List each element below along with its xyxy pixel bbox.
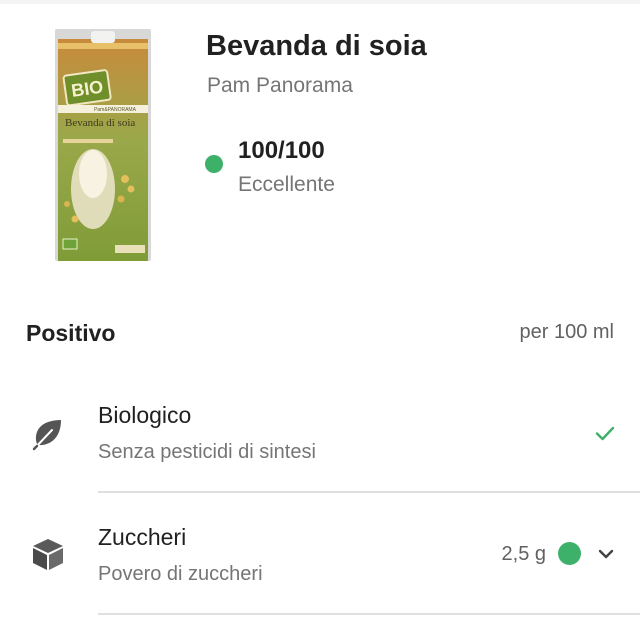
nutrient-status-dot [558, 542, 581, 565]
score-indicator-dot [205, 155, 223, 173]
list-item-biologico[interactable]: Biologico Senza pesticidi di sintesi [0, 390, 640, 494]
item-title: Biologico [98, 402, 192, 428]
item-subtitle: Senza pesticidi di sintesi [98, 441, 316, 463]
packaging-name-text: Bevanda di soia [65, 117, 135, 129]
cube-icon [30, 536, 66, 572]
product-brand: Pam Panorama [207, 74, 353, 97]
section-unit: per 100 ml [519, 321, 615, 343]
score-value: 100/100 [238, 137, 325, 164]
section-title-positive: Positivo [26, 320, 116, 346]
packaging-brand-text: Pam&PANORAMA [94, 107, 137, 113]
top-border [0, 0, 640, 4]
nutrient-value: 2,5 g [501, 543, 546, 565]
product-carton-graphic: BIO Pam&PANORAMA Bevanda di soia [55, 29, 151, 261]
item-title: Zuccheri [98, 524, 187, 550]
score-label: Eccellente [238, 173, 335, 196]
product-image[interactable]: BIO Pam&PANORAMA Bevanda di soia [55, 29, 151, 261]
divider [98, 491, 640, 493]
product-title: Bevanda di soia [206, 30, 427, 62]
check-icon [593, 421, 617, 445]
divider [98, 613, 640, 615]
list-item-zuccheri[interactable]: Zuccheri Povero di zuccheri 2,5 g [0, 512, 640, 616]
item-subtitle: Povero di zuccheri [98, 563, 263, 585]
chevron-down-icon[interactable] [596, 544, 616, 564]
leaf-icon [30, 416, 66, 452]
